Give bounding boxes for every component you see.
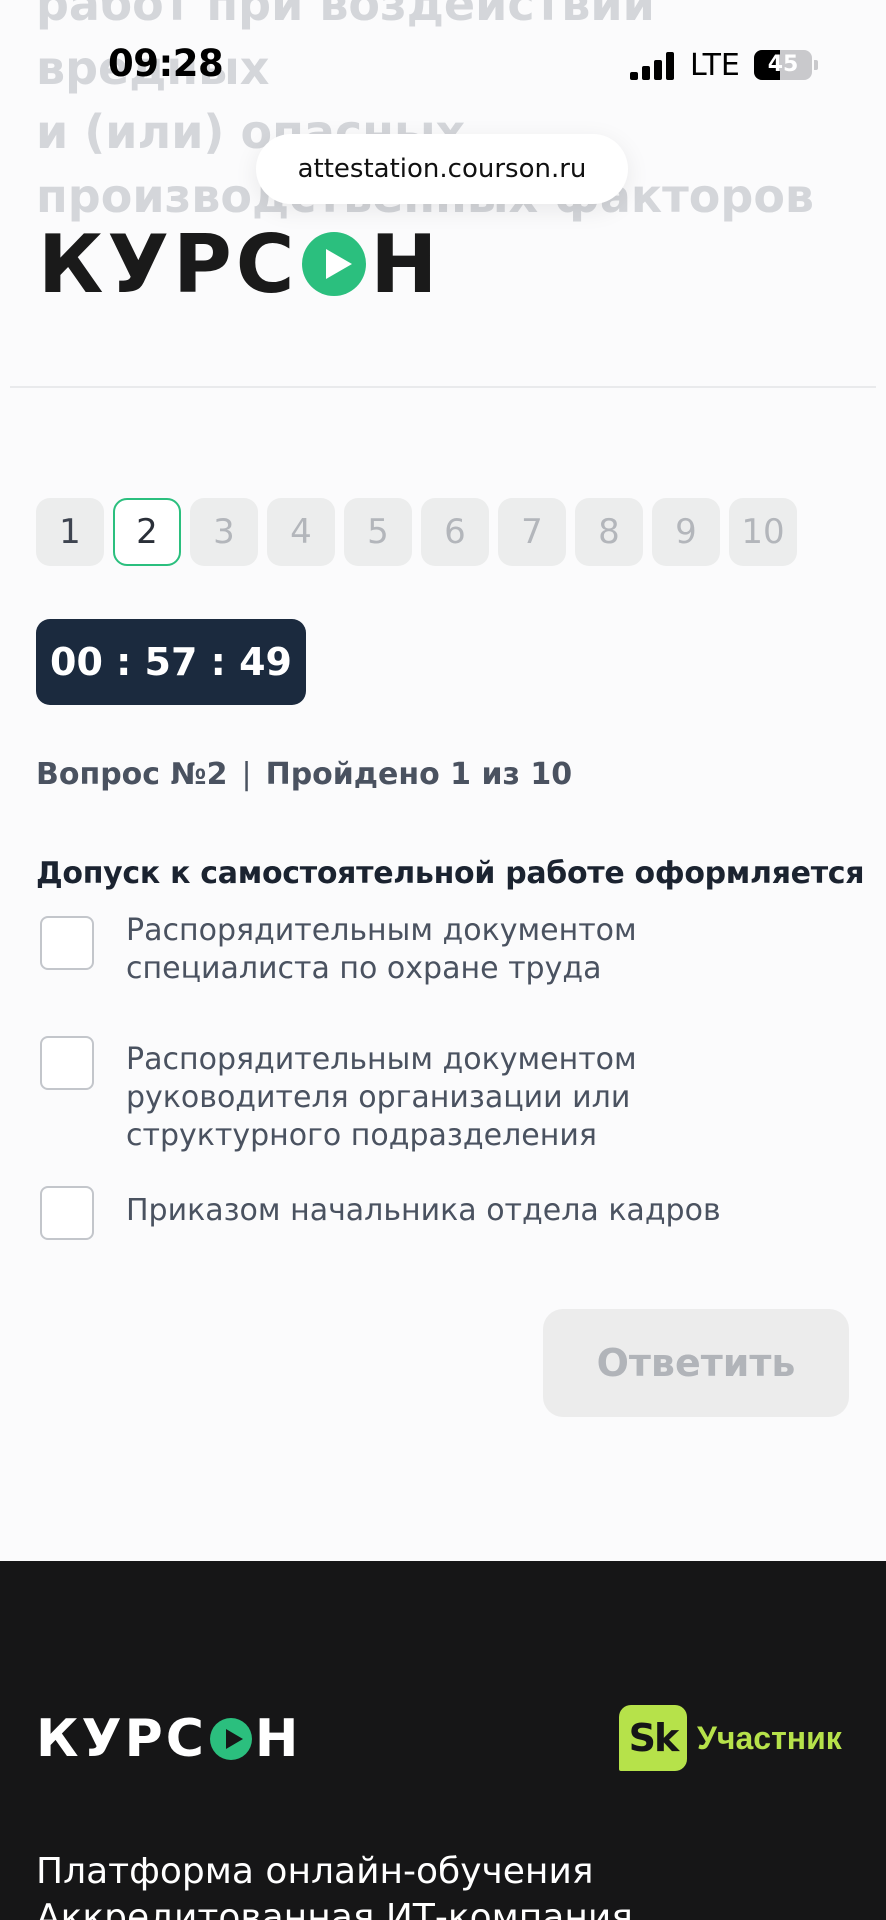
answer-checkbox[interactable]: [40, 1186, 94, 1240]
answer-button[interactable]: Ответить: [543, 1309, 849, 1417]
pager-item-3[interactable]: 3: [190, 498, 258, 566]
pager-item-2[interactable]: 2: [113, 498, 181, 566]
answer-option-label: Приказом начальника отдела кадров: [126, 1193, 721, 1228]
footer-logo[interactable]: КУРС Н: [36, 1709, 301, 1769]
answer-checkbox[interactable]: [40, 1036, 94, 1090]
logo-text-left: КУРС: [38, 217, 299, 311]
pager-item-6[interactable]: 6: [421, 498, 489, 566]
footer: КУРС Н Sk Участник Платформа онлайн-обуче…: [0, 1561, 886, 1920]
battery-percent: 45: [767, 52, 799, 77]
footer-line-1: Платформа онлайн-обучения: [36, 1851, 594, 1892]
countdown-timer: 00 : 57 : 49: [36, 619, 306, 705]
footer-description: Платформа онлайн-обучения Аккредитованна…: [36, 1849, 876, 1920]
pager-item-8[interactable]: 8: [575, 498, 643, 566]
answer-option-label: Распорядительным документом руководителя…: [126, 1042, 637, 1153]
answer-checkbox[interactable]: [40, 916, 94, 970]
pager-item-7[interactable]: 7: [498, 498, 566, 566]
pager-item-9[interactable]: 9: [652, 498, 720, 566]
battery-icon: 45: [754, 50, 812, 80]
pager-item-5[interactable]: 5: [344, 498, 412, 566]
progress-info: Вопрос №2 | Пройдено 1 из 10: [36, 757, 572, 792]
site-logo[interactable]: КУРС Н: [38, 218, 441, 311]
footer-logo-text-left: КУРС: [36, 1709, 207, 1769]
passed-count: Пройдено 1 из 10: [265, 757, 573, 792]
header-divider: [10, 386, 876, 388]
network-label: LTE: [690, 48, 740, 83]
pager-item-4[interactable]: 4: [267, 498, 335, 566]
pager-item-10[interactable]: 10: [729, 498, 797, 566]
status-bar: 09:28 LTE 45: [0, 0, 886, 130]
skolkovo-badge[interactable]: Sk Участник: [619, 1705, 842, 1771]
address-bar[interactable]: attestation.courson.ru: [256, 134, 628, 204]
footer-logo-text-right: Н: [254, 1709, 302, 1769]
answer-option[interactable]: Распорядительным документом специалиста …: [40, 913, 826, 988]
answer-option[interactable]: Приказом начальника отдела кадров: [40, 1186, 826, 1240]
play-icon: [302, 232, 367, 296]
footer-line-2: Аккредитованная ИТ-компания: [36, 1897, 633, 1920]
status-time: 09:28: [108, 42, 224, 85]
question-title: Допуск к самостоятельной работе оформляе…: [36, 856, 865, 891]
answer-option[interactable]: Распорядительным документом руководителя…: [40, 1036, 826, 1155]
skolkovo-icon: Sk: [619, 1705, 687, 1771]
pager-item-1[interactable]: 1: [36, 498, 104, 566]
progress-separator: |: [241, 757, 252, 792]
question-number: Вопрос №2: [36, 757, 228, 792]
skolkovo-label: Участник: [697, 1719, 842, 1756]
cellular-signal-icon: [630, 52, 674, 80]
logo-text-right: Н: [370, 217, 442, 311]
footer-play-icon: [209, 1718, 252, 1760]
answer-option-label: Распорядительным документом специалиста …: [126, 913, 637, 986]
question-pager: 1 2 3 4 5 6 7 8 9 10: [36, 498, 797, 566]
battery-cap: [814, 60, 818, 70]
